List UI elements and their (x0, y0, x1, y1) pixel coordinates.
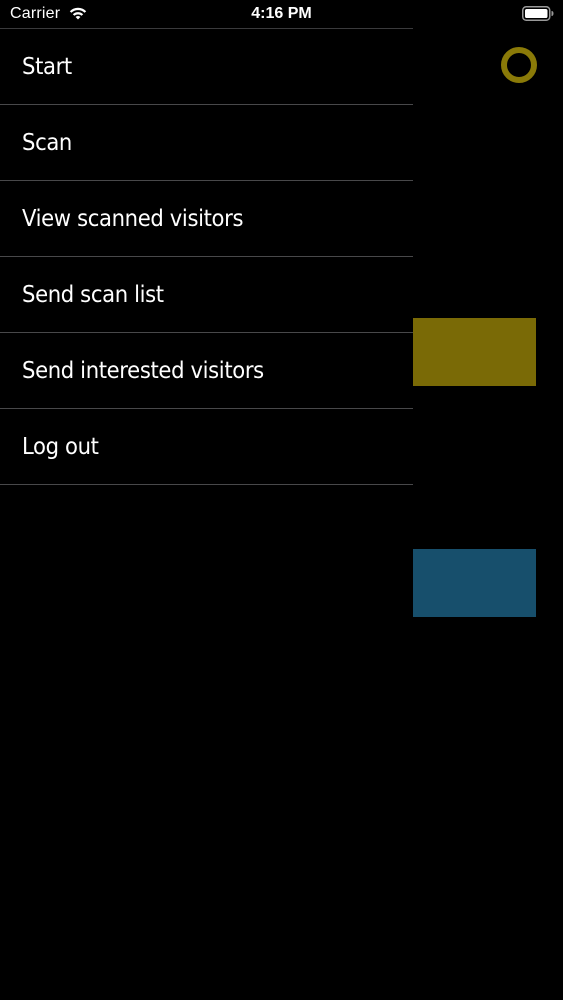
side-drawer: Start Scan View scanned visitors Send sc… (0, 28, 413, 1000)
screen: Carrier 4:16 PM Start Scan View scanned … (0, 0, 563, 1000)
menu-item-label: Send interested visitors (22, 357, 264, 384)
menu-item-label: Send scan list (22, 281, 164, 308)
menu-item-start[interactable]: Start (0, 29, 413, 105)
menu-item-log-out[interactable]: Log out (0, 409, 413, 485)
menu-item-label: Log out (22, 433, 99, 460)
menu-item-scan[interactable]: Scan (0, 105, 413, 181)
menu-item-label: Scan (22, 129, 72, 156)
status-time: 4:16 PM (251, 5, 312, 22)
menu-item-view-scanned-visitors[interactable]: View scanned visitors (0, 181, 413, 257)
battery-icon (522, 6, 554, 21)
background-blue-button[interactable] (413, 549, 536, 617)
status-bar: Carrier 4:16 PM (0, 0, 563, 28)
drawer-menu-list: Start Scan View scanned visitors Send sc… (0, 28, 413, 485)
menu-item-send-interested-visitors[interactable]: Send interested visitors (0, 333, 413, 409)
settings-ring-icon[interactable] (500, 46, 538, 84)
menu-item-label: View scanned visitors (22, 205, 244, 232)
background-yellow-button[interactable] (413, 318, 536, 386)
menu-item-label: Start (22, 53, 72, 80)
menu-item-send-scan-list[interactable]: Send scan list (0, 257, 413, 333)
